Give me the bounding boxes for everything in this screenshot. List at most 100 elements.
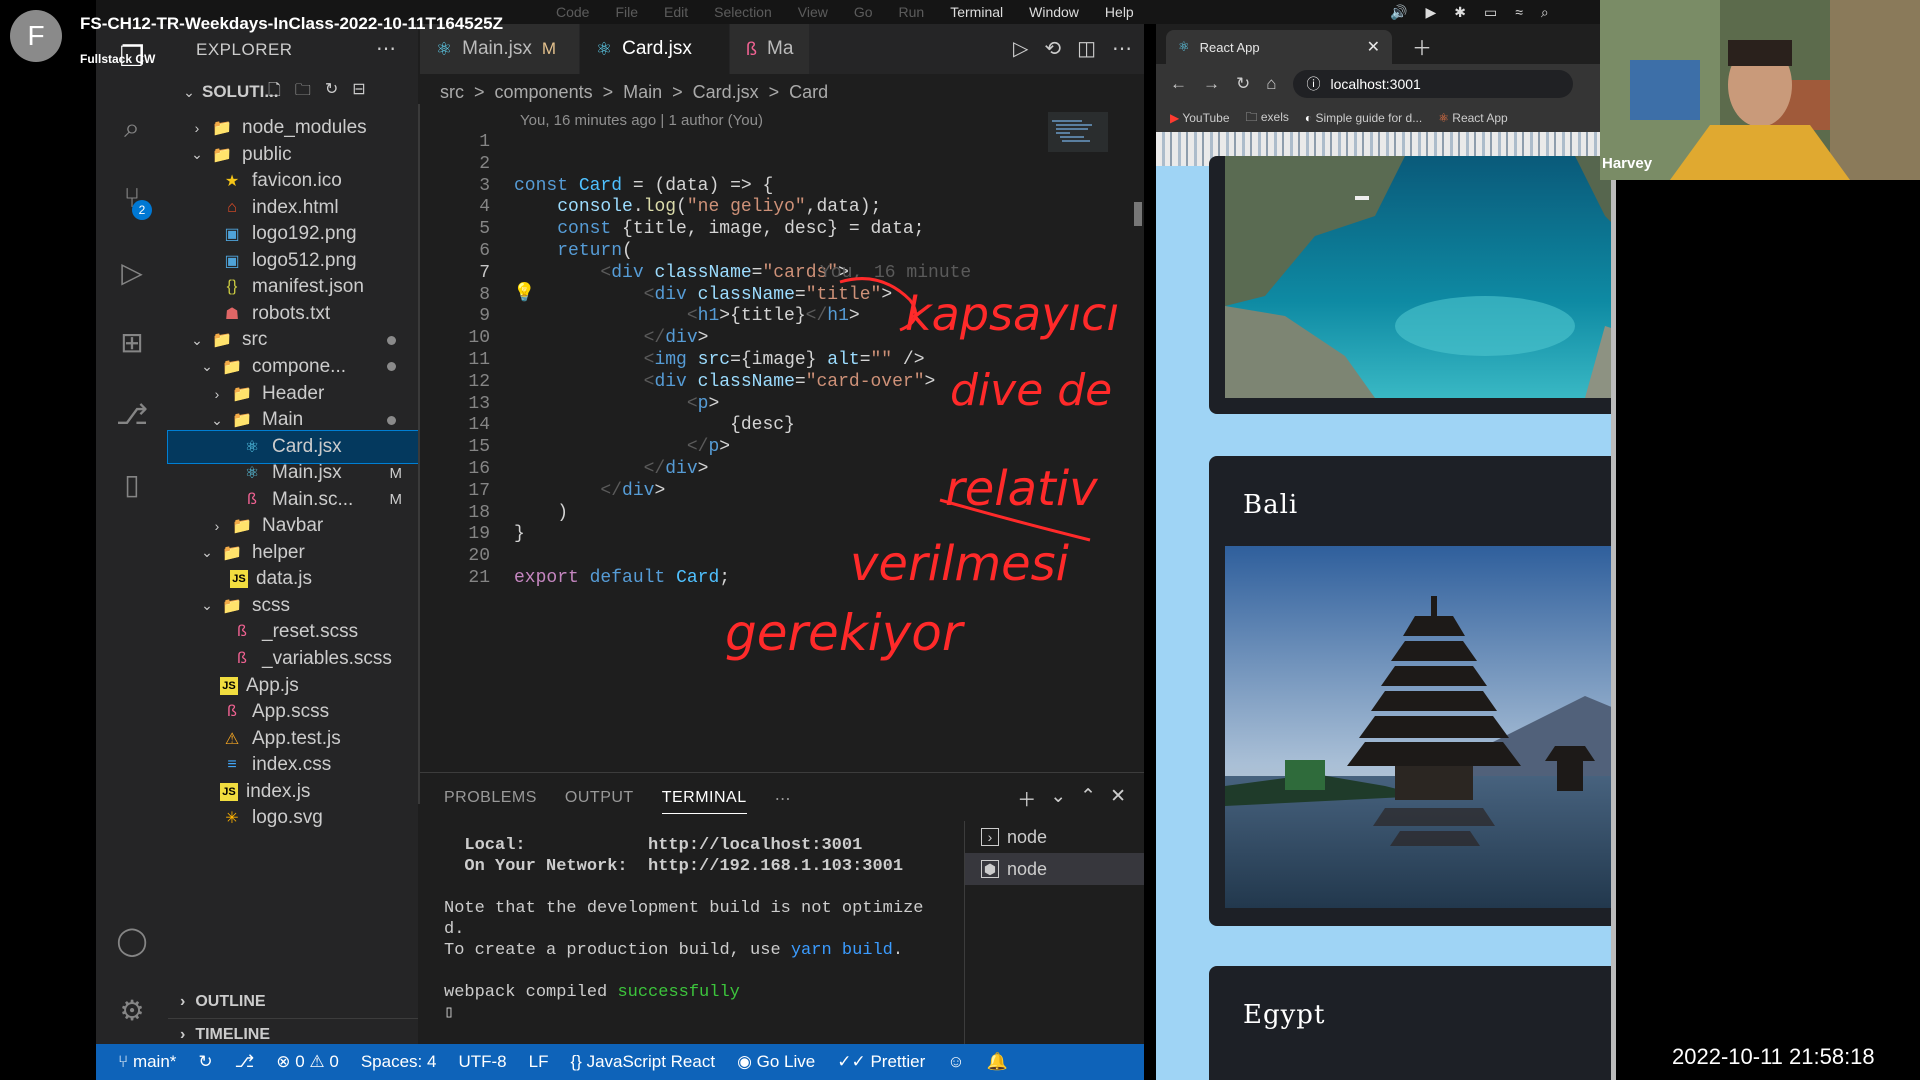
search-icon[interactable]: ⌕ — [1541, 4, 1549, 21]
menu-item[interactable]: View — [798, 4, 828, 20]
encoding-status[interactable]: UTF-8 — [458, 1052, 506, 1072]
panel-tab[interactable]: PROBLEMS — [444, 789, 537, 814]
collapse-all-icon[interactable]: ⊟ — [352, 79, 365, 106]
new-tab-icon[interactable]: ＋ — [1412, 32, 1432, 61]
bluetooth-icon[interactable]: ✱ — [1454, 4, 1466, 21]
go-live-status[interactable]: ◉ Go Live — [737, 1052, 815, 1072]
sass-file-icon: ß — [247, 490, 257, 508]
menu-item[interactable]: Code — [556, 4, 589, 20]
menu-item[interactable]: Run — [899, 4, 925, 20]
close-tab-icon[interactable]: ✕ — [1367, 37, 1380, 57]
panel-tab[interactable]: OUTPUT — [565, 789, 634, 814]
split-editor-icon[interactable]: ◫ — [1077, 36, 1096, 61]
workspace-root[interactable]: ⌄ SOLUTI... 🗋 🗀 ↻ ⊟ — [168, 76, 418, 108]
bookmark[interactable]: ▶ YouTube — [1170, 111, 1230, 125]
maximize-panel-icon[interactable]: ⌃ — [1080, 785, 1096, 812]
more-actions-icon[interactable]: ⋯ — [376, 36, 396, 61]
new-folder-icon[interactable]: 🗀 — [295, 79, 311, 106]
menu-item[interactable]: Window — [1029, 4, 1079, 20]
forward-icon[interactable]: → — [1203, 74, 1220, 94]
new-terminal-icon[interactable]: ＋ — [1017, 785, 1036, 812]
breadcrumb-item[interactable]: Main — [623, 82, 662, 103]
menu-item[interactable]: Help — [1105, 4, 1134, 20]
prettier-status[interactable]: ✓✓ Prettier — [837, 1052, 925, 1072]
tree-item-label: Card.jsx — [272, 435, 342, 457]
page-scrollbar[interactable] — [1611, 166, 1616, 1080]
tree-file[interactable]: ✳ logo.svg — [168, 802, 418, 834]
more-icon[interactable]: ⋯ — [1112, 36, 1132, 61]
terminal-instance[interactable]: ⬢ node — [965, 853, 1144, 885]
minimap[interactable] — [1048, 112, 1108, 212]
bookmark[interactable]: 🗀 exels — [1246, 108, 1289, 129]
breadcrumb-item[interactable]: Card — [789, 82, 828, 103]
tree-item-label: index.html — [252, 196, 339, 218]
menu-item[interactable]: Go — [854, 4, 873, 20]
run-debug-icon[interactable]: ▷ — [114, 254, 150, 290]
notifications-icon[interactable]: 🔔 — [987, 1052, 1008, 1072]
play-icon[interactable]: ▶ — [1425, 4, 1436, 21]
menu-item[interactable]: Terminal — [950, 4, 1003, 20]
menu-item[interactable]: File — [615, 4, 638, 20]
test-file-icon: ⚠ — [224, 730, 240, 748]
line-number: 15 — [468, 437, 490, 458]
account-icon[interactable]: ◯ — [114, 922, 150, 958]
tree-item-label: logo512.png — [252, 249, 357, 271]
go-back-icon[interactable]: ⟲ — [1044, 36, 1061, 61]
home-icon[interactable]: ⌂ — [1266, 74, 1276, 94]
git-graph-icon[interactable]: ⎇ — [114, 396, 150, 432]
refresh-icon[interactable]: ↻ — [325, 79, 338, 106]
address-bar[interactable]: ⓘ localhost:3001 — [1292, 70, 1573, 98]
tree-item-label: src — [242, 329, 268, 351]
terminal-cursor: ▯ — [444, 1004, 455, 1023]
editor-scrollbar[interactable] — [1134, 112, 1142, 532]
breadcrumb-separator: > — [768, 82, 780, 102]
bookmark[interactable]: ⚛ React App — [1438, 111, 1507, 125]
folder-icon: 📁 — [232, 412, 252, 430]
menu-item[interactable]: Edit — [664, 4, 688, 20]
terminal-line: Note that the development build is not o… — [444, 899, 924, 918]
terminal-line: To create a production build, use yarn b… — [444, 941, 904, 960]
remote-explorer-icon[interactable]: ▯ — [114, 466, 150, 502]
panel-tab[interactable]: TERMINAL — [661, 789, 747, 814]
editor-tab[interactable]: ⚛Card.jsx✕ — [580, 24, 744, 74]
bookmark[interactable]: ◐ Simple guide for d... — [1305, 111, 1422, 125]
lightbulb-icon[interactable]: 💡 — [513, 282, 535, 303]
indentation-status[interactable]: Spaces: 4 — [361, 1052, 437, 1072]
search-icon[interactable]: ⌕ — [114, 110, 150, 146]
folder-icon: 📁 — [212, 146, 232, 164]
back-icon[interactable]: ← — [1170, 74, 1187, 94]
new-file-icon[interactable]: 🗋 — [268, 79, 281, 106]
volume-icon[interactable]: 🔊 — [1390, 4, 1407, 21]
language-status[interactable]: {} JavaScript React — [570, 1052, 715, 1072]
eol-status[interactable]: LF — [529, 1052, 549, 1072]
breadcrumb-item[interactable]: src — [440, 82, 464, 103]
extensions-icon[interactable]: ⊞ — [114, 324, 150, 360]
codelens-blame[interactable]: You, 16 minutes ago | 1 author (You) — [520, 112, 763, 129]
terminal-instance[interactable]: › node — [965, 821, 1144, 853]
feedback-icon[interactable]: ☺ — [947, 1052, 964, 1072]
reload-icon[interactable]: ↻ — [1236, 74, 1250, 94]
close-panel-icon[interactable]: ✕ — [1110, 785, 1126, 812]
run-icon[interactable]: ▷ — [1013, 36, 1028, 61]
settings-gear-icon[interactable]: ⚙ — [114, 992, 150, 1028]
outline-section[interactable]: › OUTLINE — [168, 986, 418, 1018]
breadcrumb-item[interactable]: Card.jsx — [693, 82, 759, 103]
menu-item[interactable]: Selection — [714, 4, 772, 20]
git-graph-status-icon[interactable]: ⎇ — [235, 1052, 255, 1072]
chevron-down-icon: ⌄ — [201, 544, 213, 561]
browser-tab-title: React App — [1199, 39, 1260, 55]
breadcrumb-separator: > — [602, 82, 614, 102]
code-line: </div> — [600, 480, 666, 501]
line-number: 4 — [479, 197, 490, 218]
problems-status[interactable]: ⊗ 0 ⚠ 0 — [276, 1052, 339, 1072]
chevron-down-icon[interactable]: ⌄ — [1050, 785, 1066, 812]
panel-more-icon[interactable]: ⋯ — [775, 789, 792, 814]
sync-icon[interactable]: ↻ — [198, 1052, 212, 1072]
breadcrumb-item[interactable]: components — [495, 82, 593, 103]
browser-tab[interactable]: ⚛ React App ✕ — [1166, 30, 1392, 64]
battery-icon[interactable]: ▭ — [1484, 4, 1497, 21]
editor-tab[interactable]: ß Ma — [730, 24, 811, 74]
branch-status[interactable]: ⑂ main* — [118, 1052, 176, 1072]
wifi-icon[interactable]: ≈ — [1515, 4, 1523, 20]
terminal-output[interactable]: Local: http://localhost:3001 On Your Net… — [444, 835, 984, 1024]
